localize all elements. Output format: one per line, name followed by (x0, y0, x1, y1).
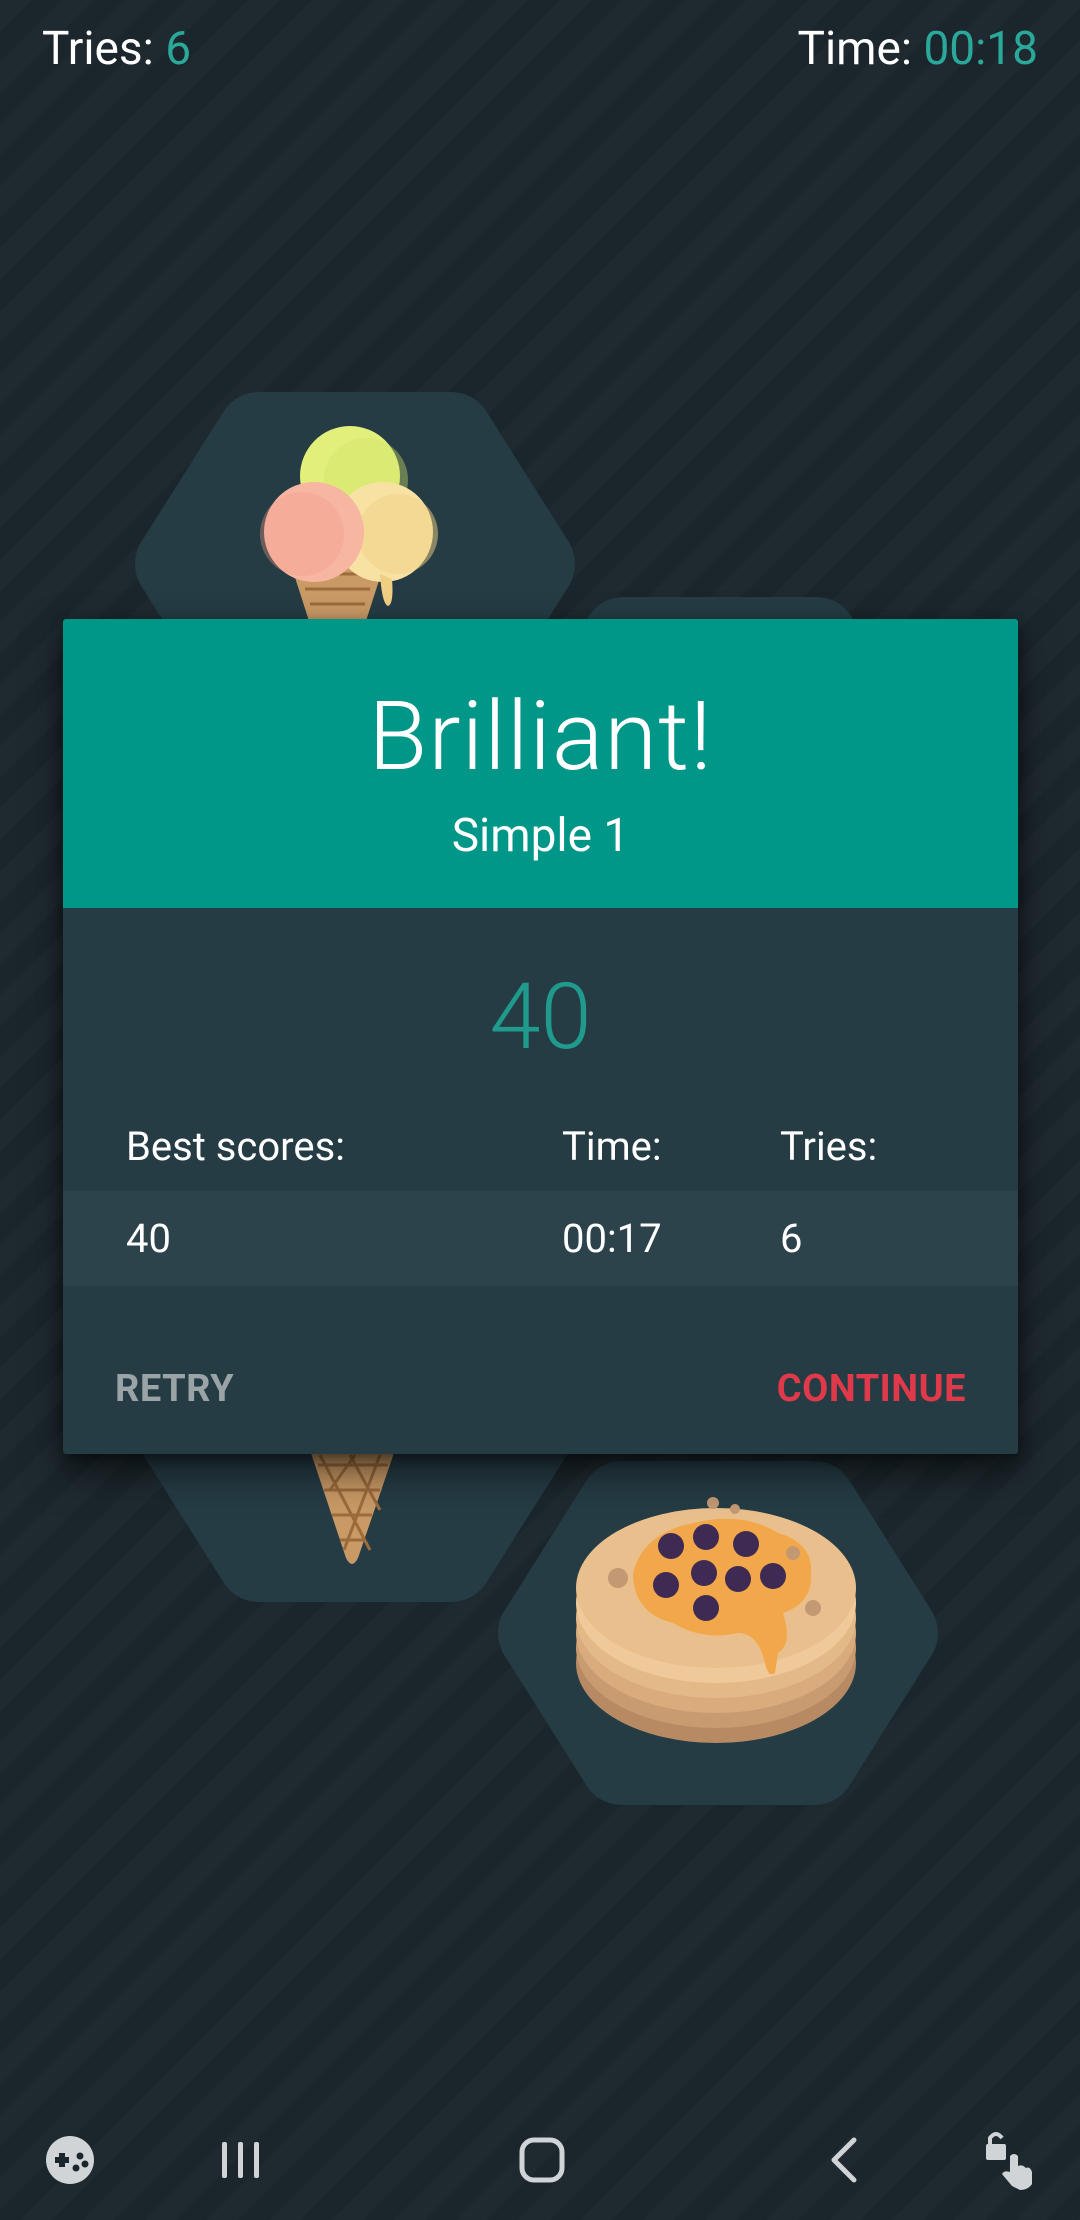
best-scores-header: Best scores: Time: Tries: (63, 1117, 1018, 1177)
header-time: Time: (562, 1123, 662, 1170)
time-counter: Time: 00:18 (798, 22, 1039, 76)
touch-lock-icon[interactable] (970, 2120, 1050, 2200)
continue-button[interactable]: CONTINUE (777, 1339, 966, 1439)
recent-apps-icon[interactable] (200, 2120, 280, 2200)
score-value: 40 (489, 964, 592, 1071)
home-icon[interactable] (502, 2120, 582, 2200)
back-icon[interactable] (806, 2120, 886, 2200)
result-dialog: Brilliant! Simple 1 40 Best scores: Time… (63, 619, 1018, 1454)
tries-counter: Tries: 6 (42, 22, 191, 76)
system-navigation-bar (0, 2100, 1080, 2220)
time-label: Time: (797, 22, 913, 76)
game-hud: Tries: 6 Time: 00:18 (42, 22, 1038, 86)
retry-button[interactable]: RETRY (115, 1339, 234, 1439)
pancake-icon (576, 1497, 856, 1743)
best-tries-value: 6 (780, 1215, 803, 1262)
dialog-header: Brilliant! Simple 1 (63, 619, 1018, 908)
best-time-value: 00:17 (562, 1215, 662, 1262)
header-tries: Tries: (780, 1123, 878, 1170)
game-launcher-icon[interactable] (30, 2120, 110, 2200)
best-score-value: 40 (126, 1215, 171, 1262)
level-name: Simple 1 (451, 809, 630, 863)
best-scores-row: 40 00:17 6 (63, 1191, 1018, 1286)
tile-pancake[interactable] (493, 1453, 943, 1813)
dialog-title: Brilliant! (368, 681, 713, 793)
header-best-scores: Best scores: (126, 1123, 345, 1170)
time-value: 00:18 (923, 22, 1038, 76)
tries-value: 6 (165, 22, 192, 76)
tries-label: Tries: (42, 22, 154, 76)
